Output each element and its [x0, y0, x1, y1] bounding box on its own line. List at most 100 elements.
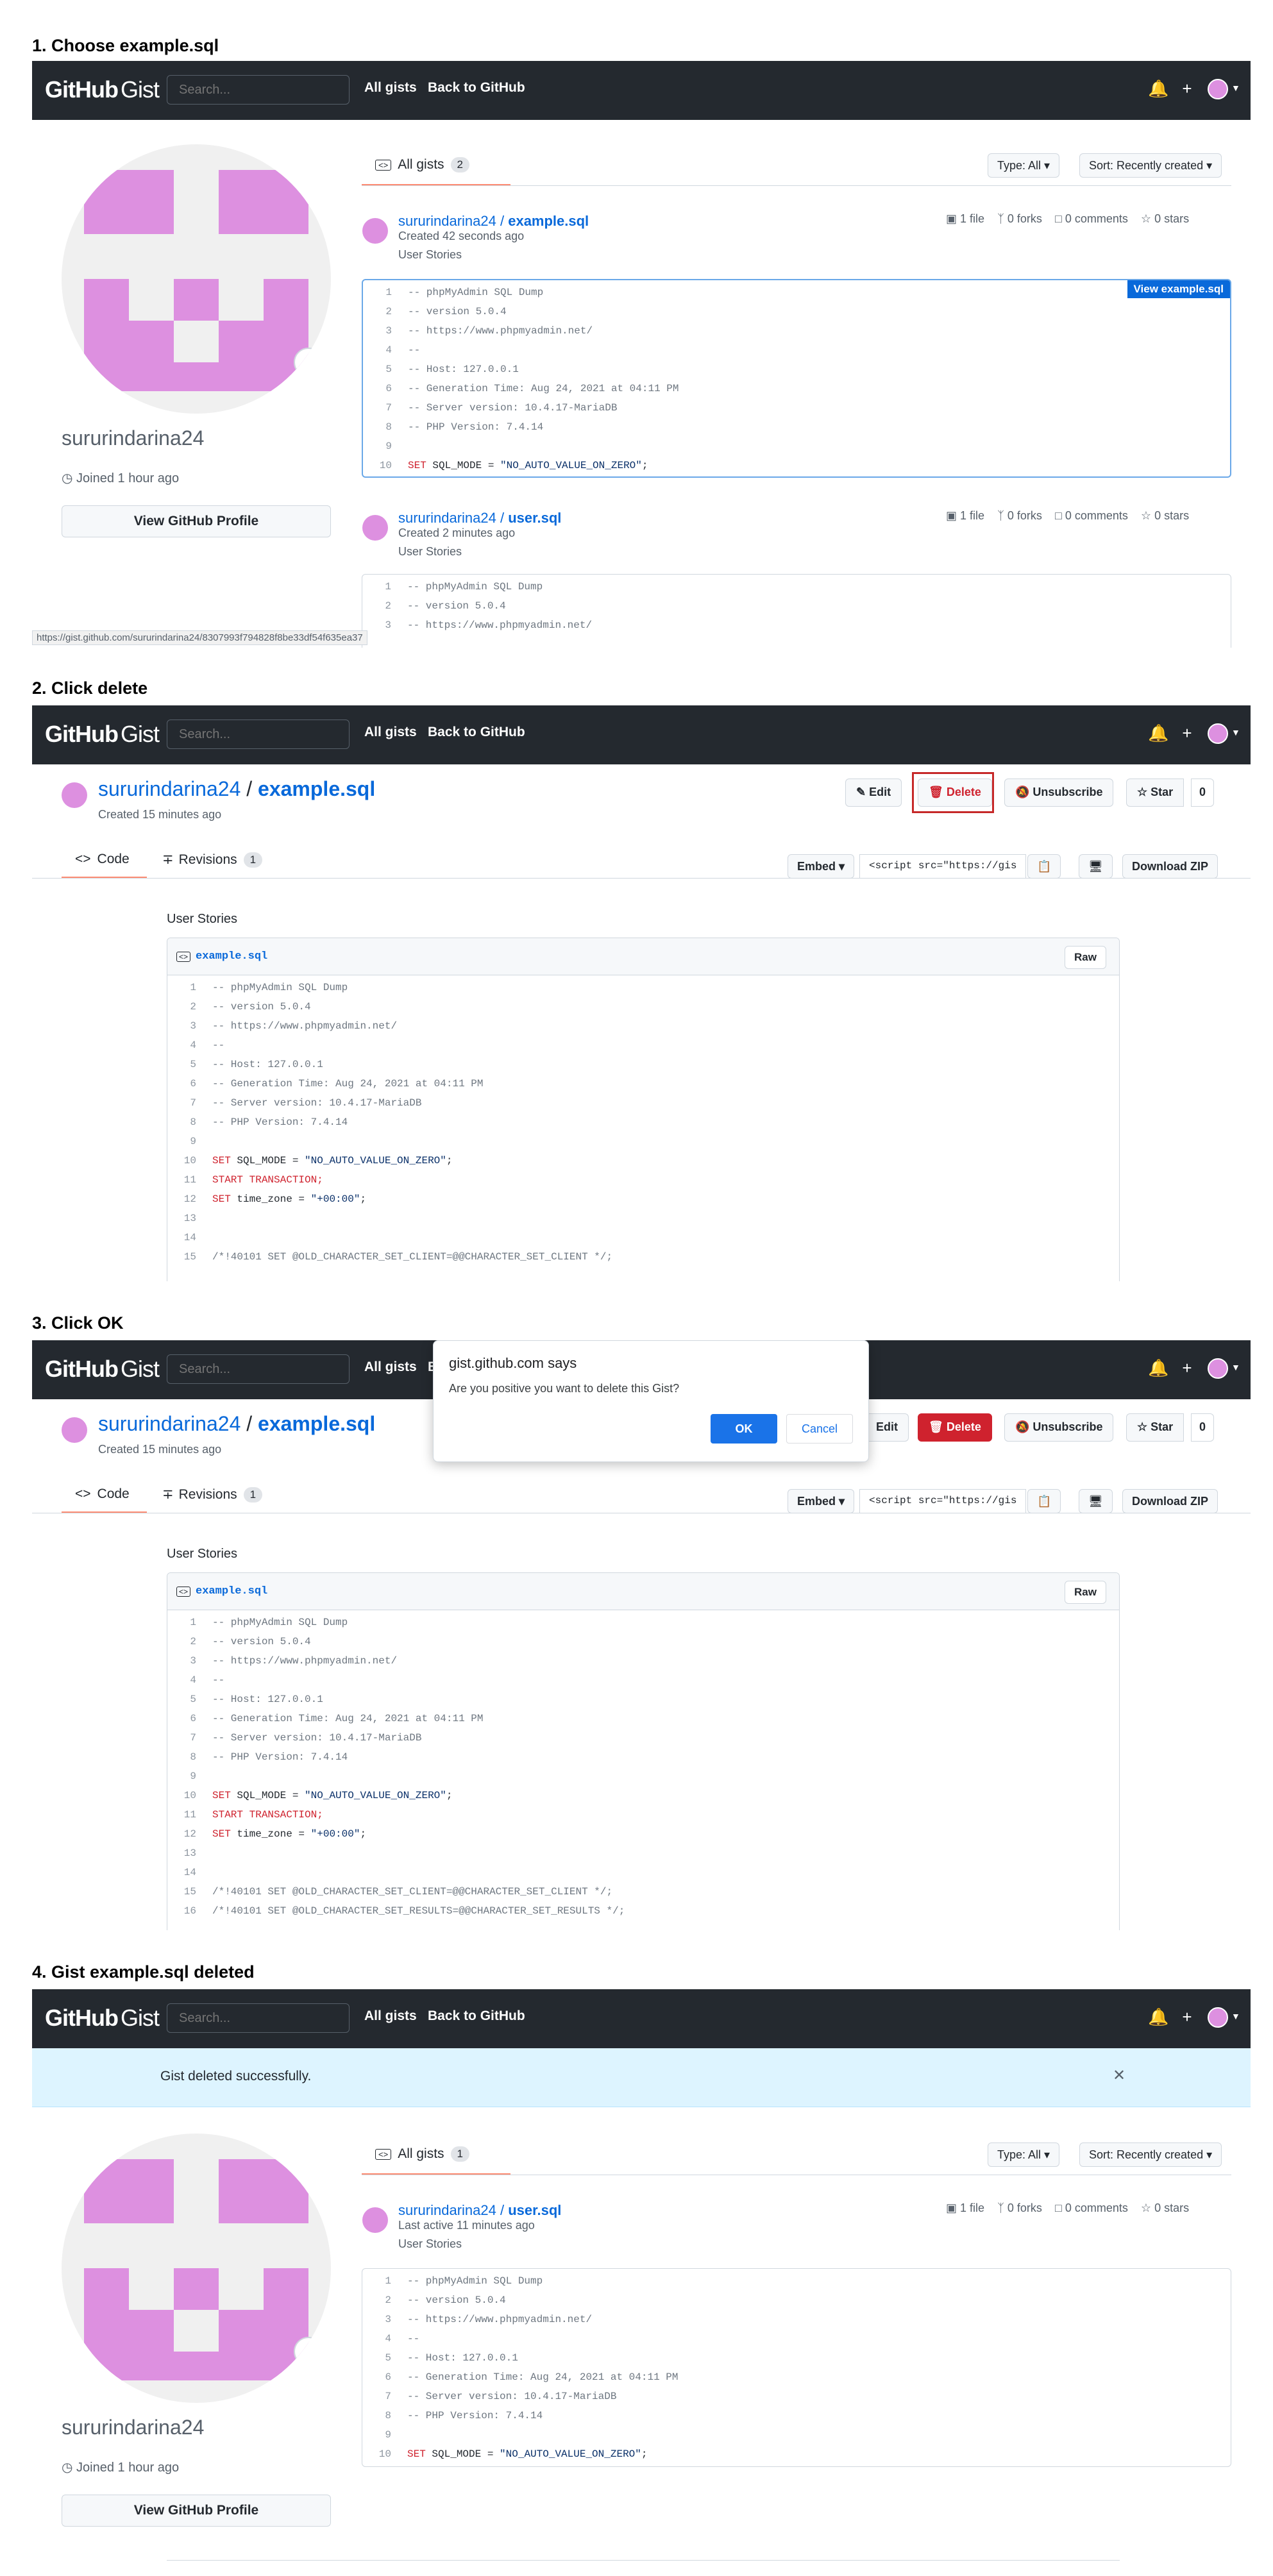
- gist-file[interactable]: example.sql: [508, 213, 589, 229]
- raw-button[interactable]: Raw: [1065, 1581, 1106, 1604]
- sort-button[interactable]: Sort: Recently created ▾: [1079, 153, 1222, 178]
- desktop-icon[interactable]: 🖥: [1079, 854, 1113, 879]
- plus-icon[interactable]: +: [1177, 723, 1197, 743]
- star-button[interactable]: ☆ Star: [1126, 779, 1184, 807]
- bell-icon[interactable]: 🔔: [1148, 2007, 1168, 2026]
- tab-code[interactable]: <> Code: [75, 852, 130, 867]
- nav-back-to-github[interactable]: Back to GitHub: [428, 725, 525, 740]
- tab-all-gists[interactable]: <> All gists 2: [375, 157, 470, 173]
- user-avatar[interactable]: [1208, 79, 1228, 99]
- star-button[interactable]: ☆ Star: [1126, 1413, 1184, 1442]
- owner-link[interactable]: sururindarina24: [98, 777, 240, 800]
- type-filter-button[interactable]: Type: All ▾: [988, 2142, 1060, 2167]
- nav-all-gists[interactable]: All gists: [364, 2008, 417, 2024]
- caret-down-icon[interactable]: ▼: [1231, 83, 1240, 93]
- comments-link[interactable]: 0 comments: [1065, 509, 1128, 522]
- search-input[interactable]: [167, 720, 350, 749]
- download-zip-button[interactable]: Download ZIP: [1122, 854, 1218, 879]
- download-zip-button[interactable]: Download ZIP: [1122, 1489, 1218, 1513]
- gist-preview[interactable]: 1 -- phpMyAdmin SQL Dump 2 -- version 5.0.4…: [362, 574, 1231, 648]
- nav-all-gists[interactable]: All gists: [364, 725, 417, 740]
- gist-title-link[interactable]: sururindarina24 / user.sql: [398, 510, 561, 526]
- gist-file[interactable]: user.sql: [508, 2202, 561, 2218]
- star-count[interactable]: 0: [1191, 1413, 1215, 1442]
- user-avatar[interactable]: [1208, 2007, 1228, 2028]
- gist-owner[interactable]: sururindarina24: [398, 2202, 496, 2218]
- tab-code[interactable]: <> Code: [75, 1486, 130, 1502]
- nav-all-gists[interactable]: All gists: [364, 80, 417, 96]
- nav-all-gists[interactable]: All gists: [364, 1360, 417, 1375]
- embed-button[interactable]: Embed ▾: [788, 1489, 855, 1513]
- user-avatar[interactable]: [1208, 723, 1228, 744]
- file-link[interactable]: example.sql: [258, 777, 375, 800]
- file-name-link[interactable]: example.sql: [196, 950, 267, 963]
- gist-owner-avatar[interactable]: [362, 2207, 388, 2233]
- stars-link[interactable]: 0 stars: [1154, 509, 1189, 522]
- forks-link[interactable]: 0 forks: [1007, 212, 1042, 225]
- plus-icon[interactable]: +: [1177, 2007, 1197, 2026]
- forks-link[interactable]: 0 forks: [1007, 2201, 1042, 2214]
- plus-icon[interactable]: +: [1177, 1358, 1197, 1377]
- unsubscribe-button[interactable]: 🔕 Unsubscribe: [1004, 1413, 1114, 1442]
- file-link[interactable]: example.sql: [258, 1412, 375, 1435]
- tab-all-gists[interactable]: <> All gists 1: [375, 2146, 470, 2162]
- comments-link[interactable]: 0 comments: [1065, 212, 1128, 225]
- gist-logo[interactable]: GitHub Gist: [45, 2005, 160, 2032]
- gist-owner[interactable]: sururindarina24: [398, 510, 496, 526]
- delete-button[interactable]: 🗑 Delete: [918, 1413, 992, 1442]
- comments-link[interactable]: 0 comments: [1065, 2201, 1128, 2214]
- copy-icon[interactable]: 📋: [1027, 1489, 1061, 1513]
- gist-title-link[interactable]: sururindarina24 / user.sql: [398, 2202, 561, 2219]
- view-profile-button[interactable]: View GitHub Profile: [62, 505, 331, 537]
- bell-icon[interactable]: 🔔: [1148, 1358, 1168, 1377]
- sort-button[interactable]: Sort: Recently created ▾: [1079, 2142, 1222, 2167]
- gist-owner-avatar[interactable]: [362, 218, 388, 244]
- embed-url-input[interactable]: <script src="https://gis: [859, 854, 1026, 879]
- caret-down-icon[interactable]: ▼: [1231, 727, 1240, 737]
- gist-preview[interactable]: 1 -- phpMyAdmin SQL Dump 2 -- version 5.0.4…: [362, 2268, 1231, 2467]
- files-link[interactable]: 1 file: [960, 509, 984, 522]
- gist-logo[interactable]: GitHub Gist: [45, 76, 160, 103]
- gist-owner-avatar[interactable]: [362, 515, 388, 541]
- ok-button[interactable]: OK: [711, 1414, 777, 1444]
- edit-button[interactable]: ✎ Edit: [845, 779, 902, 807]
- star-count[interactable]: 0: [1191, 779, 1215, 807]
- tab-revisions[interactable]: ∓ Revisions 1: [162, 1486, 263, 1503]
- raw-button[interactable]: Raw: [1065, 946, 1106, 969]
- bell-icon[interactable]: 🔔: [1148, 79, 1168, 98]
- caret-down-icon[interactable]: ▼: [1231, 2011, 1240, 2021]
- tab-revisions[interactable]: ∓ Revisions 1: [162, 852, 263, 868]
- view-profile-button[interactable]: View GitHub Profile: [62, 2495, 331, 2527]
- search-input[interactable]: [167, 2003, 350, 2033]
- search-input[interactable]: [167, 1354, 350, 1384]
- unsubscribe-button[interactable]: 🔕 Unsubscribe: [1004, 779, 1114, 807]
- caret-down-icon[interactable]: ▼: [1231, 1362, 1240, 1372]
- embed-button[interactable]: Embed ▾: [788, 854, 855, 879]
- nav-back-to-github[interactable]: Back to GitHub: [428, 2008, 525, 2024]
- forks-link[interactable]: 0 forks: [1007, 509, 1042, 522]
- stars-link[interactable]: 0 stars: [1154, 2201, 1189, 2214]
- cancel-button[interactable]: Cancel: [786, 1414, 853, 1444]
- gist-owner[interactable]: sururindarina24: [398, 213, 496, 229]
- type-filter-button[interactable]: Type: All ▾: [988, 153, 1060, 178]
- gist-logo[interactable]: GitHub Gist: [45, 1356, 160, 1383]
- gist-owner-avatar[interactable]: [62, 1417, 87, 1443]
- gist-file[interactable]: user.sql: [508, 510, 561, 526]
- plus-icon[interactable]: +: [1177, 79, 1197, 98]
- file-name-link[interactable]: example.sql: [196, 1585, 267, 1597]
- gist-logo[interactable]: GitHub Gist: [45, 721, 160, 748]
- gist-owner-avatar[interactable]: [62, 782, 87, 808]
- desktop-icon[interactable]: 🖥: [1079, 1489, 1113, 1513]
- nav-back-to-github[interactable]: Back to GitHub: [428, 80, 525, 96]
- search-input[interactable]: [167, 75, 350, 105]
- edit-button[interactable]: Edit: [866, 1413, 909, 1442]
- copy-icon[interactable]: 📋: [1027, 854, 1061, 879]
- embed-url-input[interactable]: <script src="https://gis: [859, 1489, 1026, 1513]
- gist-preview-selected[interactable]: View example.sql 1 -- phpMyAdmin SQL Dump…: [362, 279, 1231, 478]
- files-link[interactable]: 1 file: [960, 212, 984, 225]
- bell-icon[interactable]: 🔔: [1148, 723, 1168, 743]
- close-icon[interactable]: ✕: [1113, 2066, 1125, 2085]
- stars-link[interactable]: 0 stars: [1154, 212, 1189, 225]
- owner-link[interactable]: sururindarina24: [98, 1412, 240, 1435]
- files-link[interactable]: 1 file: [960, 2201, 984, 2214]
